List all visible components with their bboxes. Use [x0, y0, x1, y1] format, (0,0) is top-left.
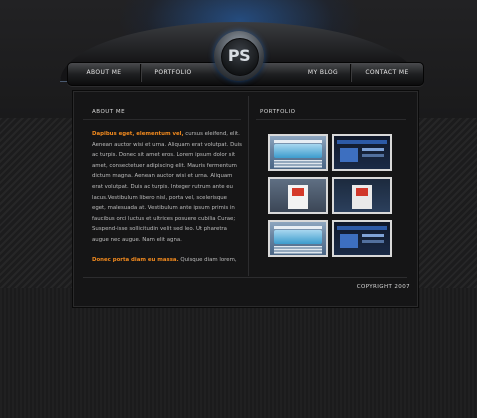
about-body-2: Quisque diam lorem, [178, 256, 237, 263]
lower-background [0, 288, 477, 418]
portfolio-grid [268, 134, 396, 258]
about-section-title: ABOUT ME [92, 109, 126, 115]
about-body-1: cursus eleifend, elit. Aenean auctor wis… [92, 131, 242, 243]
copyright-text: COPYRIGHT 2007 [356, 284, 410, 290]
about-paragraph-2: Donec porta diam eu massa. Quisque diam … [92, 255, 242, 266]
nav-contact-me[interactable]: CONTACT ME [358, 67, 416, 79]
portfolio-thumb-6[interactable] [332, 220, 392, 257]
portfolio-thumb-3[interactable] [268, 177, 328, 214]
portfolio-section-title: PORTFOLIO [260, 109, 296, 115]
column-divider [248, 96, 249, 276]
logo-text[interactable]: PS [221, 38, 257, 74]
about-highlight-1: Dapibus eget, elementum vel, [92, 131, 184, 137]
portfolio-thumb-2[interactable] [332, 134, 392, 171]
about-paragraph-1: Dapibus eget, elementum vel, cursus elei… [92, 129, 242, 246]
nav-separator [350, 64, 352, 82]
portfolio-thumb-5[interactable] [268, 220, 328, 257]
nav-about-me[interactable]: ABOUT ME [78, 67, 130, 79]
portfolio-title-rule [256, 119, 406, 120]
footer-rule [83, 277, 407, 278]
about-highlight-2: Donec porta diam eu massa. [92, 256, 179, 263]
portfolio-thumb-1[interactable] [268, 134, 328, 171]
portfolio-thumb-4[interactable] [332, 177, 392, 214]
about-text: Dapibus eget, elementum vel, cursus elei… [92, 129, 242, 274]
nav-separator [140, 64, 142, 82]
about-title-rule [83, 119, 241, 120]
nav-portfolio[interactable]: PORTFOLIO [148, 67, 198, 79]
nav-my-blog[interactable]: MY BLOG [300, 67, 346, 79]
